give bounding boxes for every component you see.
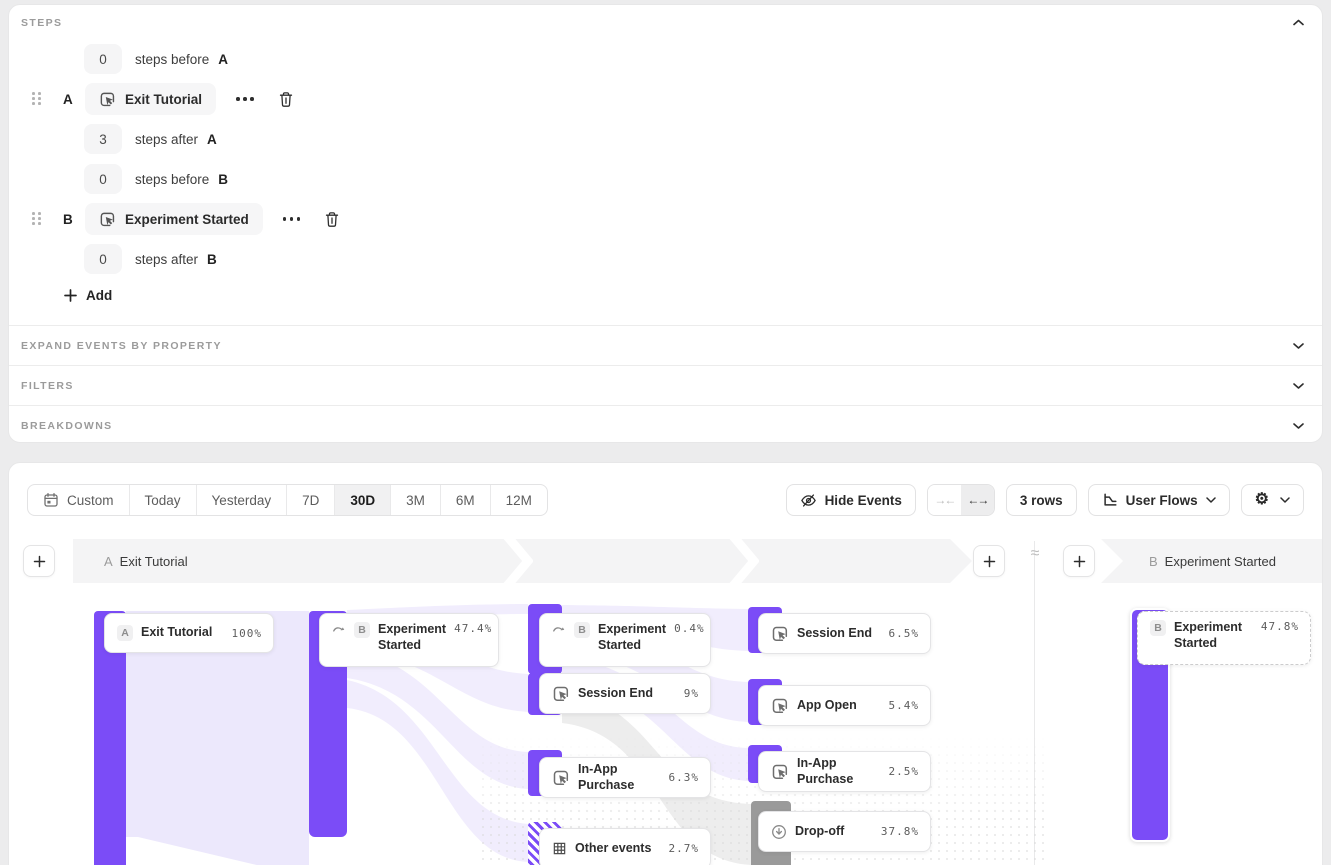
step-a-more-options-icon[interactable] [232, 93, 258, 105]
gap-row-label: steps after [135, 252, 198, 267]
gap-row-label: steps before [135, 172, 209, 187]
section-label: EXPAND EVENTS BY PROPERTY [21, 340, 222, 352]
drag-handle-icon[interactable] [32, 212, 42, 226]
node-percent: 47.4% [454, 622, 492, 635]
section-filters[interactable]: FILTERS [9, 365, 1322, 405]
node-name: Other events [575, 841, 651, 857]
step-a-row: A Exit Tutorial [32, 83, 294, 115]
step-badge: B [1150, 620, 1166, 636]
node-name: Exit Tutorial [141, 625, 212, 641]
flow-node-card-experiment-started[interactable]: B Experiment Started 0.4% [539, 613, 711, 667]
flow-node-card-in-app-purchase[interactable]: In-App Purchase 2.5% [758, 751, 931, 792]
gap-row-step-ref: A [218, 52, 228, 67]
gap-row-label: steps before [135, 52, 209, 67]
flow-node-card-session-end[interactable]: Session End 6.5% [758, 613, 931, 654]
chevron-down-icon [1293, 382, 1304, 389]
node-percent: 47.8% [1261, 620, 1299, 633]
step-b-letter: B [63, 212, 77, 227]
flow-node-card-exit-tutorial[interactable]: A Exit Tutorial 100% [104, 613, 274, 653]
section-label: BREAKDOWNS [21, 420, 113, 432]
event-icon [552, 769, 570, 787]
node-percent: 37.8% [881, 825, 919, 838]
gap-row-label: steps after [135, 132, 198, 147]
section-expand-events-by-property[interactable]: EXPAND EVENTS BY PROPERTY [9, 325, 1322, 365]
steps-after-a-row: 3 steps after A [84, 124, 217, 154]
add-step-label: Add [86, 288, 112, 303]
node-name: Experiment Started [1174, 620, 1253, 651]
steps-before-a-input[interactable]: 0 [84, 44, 122, 74]
node-percent: 2.5% [889, 765, 920, 778]
node-name: In-App Purchase [578, 762, 661, 793]
step-a-delete-trash-icon[interactable] [278, 91, 294, 108]
node-name: Drop-off [795, 824, 844, 840]
step-badge: A [117, 625, 133, 641]
node-name: Session End [797, 626, 872, 642]
event-icon [99, 211, 116, 228]
event-icon [552, 685, 570, 703]
flow-node-card-other-events[interactable]: Other events 2.7% [539, 828, 711, 865]
event-icon [99, 91, 116, 108]
step-badge: B [574, 622, 590, 638]
gap-row-step-ref: B [218, 172, 228, 187]
step-b-row: B Experiment Started [32, 203, 340, 235]
event-icon [771, 763, 789, 781]
event-icon [771, 697, 789, 715]
step-b-event-button[interactable]: Experiment Started [85, 203, 263, 235]
node-percent: 5.4% [889, 699, 920, 712]
flow-node-card-experiment-started[interactable]: B Experiment Started 47.8% [1137, 611, 1311, 665]
steps-panel-title: STEPS [21, 17, 62, 29]
approx-gap-symbol: ≈ [1025, 545, 1045, 563]
node-name: Experiment Started [598, 622, 666, 653]
node-percent: 0.4% [674, 622, 705, 635]
flow-body: A Exit Tutorial 100% B Experiment Started 47.… [9, 463, 1323, 865]
step-badge: B [354, 622, 370, 638]
step-b-delete-trash-icon[interactable] [324, 211, 340, 228]
drop-off-icon [771, 824, 787, 840]
plus-icon [64, 289, 77, 302]
continue-arrow-icon [552, 622, 566, 636]
steps-before-b-input[interactable]: 0 [84, 164, 122, 194]
node-name: In-App Purchase [797, 756, 881, 787]
steps-before-a-row: 0 steps before A [84, 44, 228, 74]
node-percent: 6.5% [889, 627, 920, 640]
section-breakdowns[interactable]: BREAKDOWNS [9, 405, 1322, 445]
steps-after-b-input[interactable]: 0 [84, 244, 122, 274]
chevron-down-icon [1293, 342, 1304, 349]
add-step-button[interactable]: Add [64, 288, 112, 303]
steps-after-a-input[interactable]: 3 [84, 124, 122, 154]
node-percent: 9% [684, 687, 699, 700]
step-a-letter: A [63, 92, 77, 107]
node-percent: 100% [232, 627, 263, 640]
step-b-event-name: Experiment Started [125, 212, 249, 227]
steps-before-b-row: 0 steps before B [84, 164, 228, 194]
flows-chart-panel: CustomTodayYesterday7D30D3M6M12M Hide Ev… [8, 462, 1323, 865]
step-a-event-name: Exit Tutorial [125, 92, 202, 107]
node-percent: 6.3% [669, 771, 700, 784]
section-label: FILTERS [21, 380, 74, 392]
gap-row-step-ref: B [207, 252, 217, 267]
flow-node-card-drop-off[interactable]: Drop-off 37.8% [758, 811, 931, 852]
flow-node-card-app-open[interactable]: App Open 5.4% [758, 685, 931, 726]
chevron-down-icon [1293, 422, 1304, 429]
grid-icon [552, 841, 567, 856]
drag-handle-icon[interactable] [32, 92, 42, 106]
event-icon [771, 625, 789, 643]
step-b-more-options-icon[interactable] [279, 213, 305, 225]
steps-panel: STEPS 0 steps before A A Exit Tutorial [8, 4, 1323, 443]
collapse-steps-chevron-up-icon[interactable] [1293, 19, 1304, 26]
flow-node-card-experiment-started[interactable]: B Experiment Started 47.4% [319, 613, 499, 667]
flow-node-card-session-end[interactable]: Session End 9% [539, 673, 711, 714]
steps-after-b-row: 0 steps after B [84, 244, 217, 274]
flow-node-card-in-app-purchase[interactable]: In-App Purchase 6.3% [539, 757, 711, 798]
node-name: Session End [578, 686, 653, 702]
continue-arrow-icon [332, 622, 346, 636]
node-name: App Open [797, 698, 857, 714]
node-name: Experiment Started [378, 622, 446, 653]
gap-row-step-ref: A [207, 132, 217, 147]
step-a-event-button[interactable]: Exit Tutorial [85, 83, 216, 115]
node-percent: 2.7% [669, 842, 700, 855]
